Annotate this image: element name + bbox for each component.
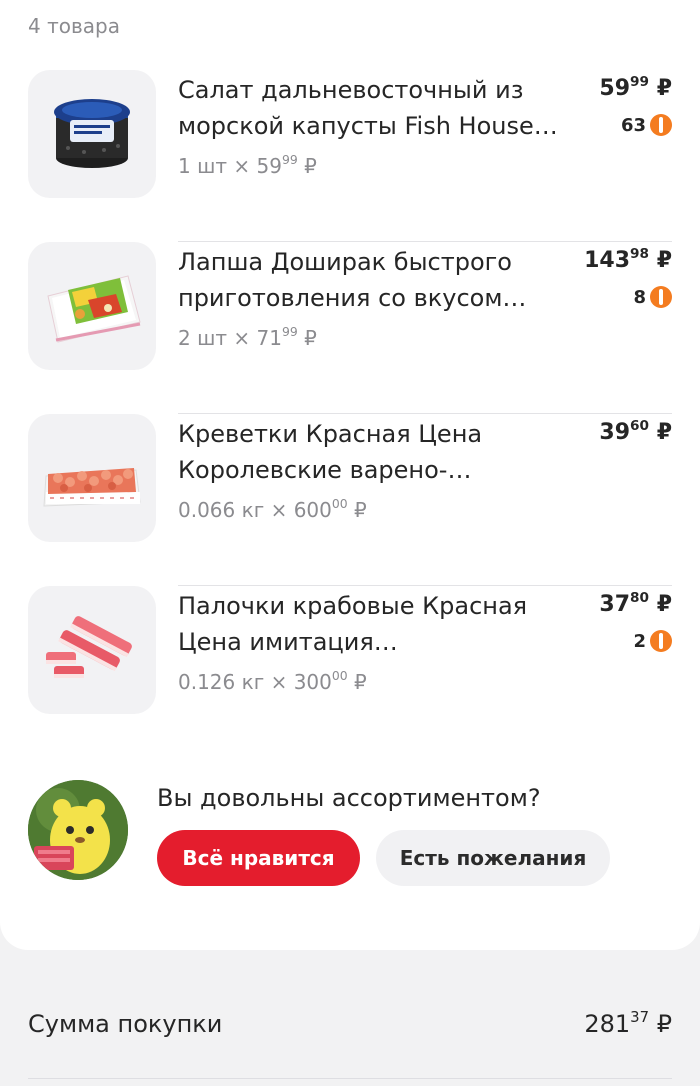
item-bonus: 2: [633, 630, 672, 652]
product-image-crab-sticks: [28, 586, 156, 714]
item-quantity: 0.066 кг × 60000 ₽: [178, 496, 367, 522]
item-bonus: 8: [633, 286, 672, 308]
list-item[interactable]: Палочки крабовые Красная Цена имитация… …: [0, 586, 700, 758]
feedback-question: Вы довольны ассортиментом?: [157, 784, 541, 812]
wishes-button[interactable]: Есть пожелания: [376, 830, 610, 886]
bonus-coin-icon: [650, 114, 672, 136]
items-count: 4 товара: [28, 14, 120, 38]
like-button[interactable]: Всё нравится: [157, 830, 360, 886]
assortment-feedback: Вы довольны ассортиментом? Всё нравится …: [0, 780, 700, 890]
item-name: Лапша Доширак быстрого приготовления со …: [178, 248, 527, 312]
product-image-shrimp: [28, 414, 156, 542]
list-item[interactable]: Креветки Красная Цена Королевские варено…: [0, 414, 700, 586]
divider: [28, 1078, 672, 1079]
item-bonus: 63: [621, 114, 672, 136]
item-name: Салат дальневосточный из морской капусты…: [178, 76, 558, 140]
item-price: 3960 ₽: [599, 418, 672, 445]
item-name: Палочки крабовые Красная Цена имитация…: [178, 592, 528, 656]
mascot-avatar: [28, 780, 128, 880]
product-image-noodles: [28, 242, 156, 370]
item-quantity: 1 шт × 5999 ₽: [178, 152, 317, 178]
item-quantity: 2 шт × 7199 ₽: [178, 324, 317, 350]
list-item[interactable]: Лапша Доширак быстрого приготовления со …: [0, 242, 700, 414]
item-name: Креветки Красная Цена Королевские варено…: [178, 420, 483, 484]
bonus-coin-icon: [650, 286, 672, 308]
bonus-coin-icon: [650, 630, 672, 652]
item-price: 14398 ₽: [584, 246, 672, 273]
item-price: 5999 ₽: [599, 74, 672, 101]
item-quantity: 0.126 кг × 30000 ₽: [178, 668, 367, 694]
product-image-seaweed: [28, 70, 156, 198]
item-price: 3780 ₽: [599, 590, 672, 617]
total-label: Сумма покупки: [28, 1010, 223, 1038]
total-value: 28137 ₽: [584, 1008, 672, 1038]
list-item[interactable]: Салат дальневосточный из морской капусты…: [0, 70, 700, 242]
order-card: 4 товара Салат дальневосточный из морско…: [0, 0, 700, 950]
